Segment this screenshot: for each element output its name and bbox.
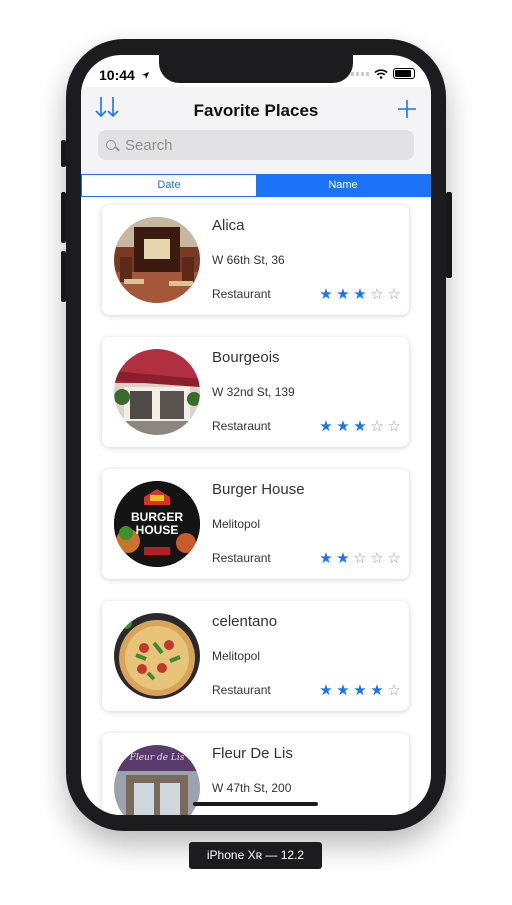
place-card[interactable]: celentano Melitopol Restaurant ★ ★ ★ ★ ☆ xyxy=(102,601,409,711)
star-filled-icon[interactable]: ★ xyxy=(336,551,350,566)
search-icon xyxy=(106,139,117,151)
star-empty-icon[interactable]: ☆ xyxy=(387,683,401,698)
add-place-button[interactable] xyxy=(397,91,417,126)
star-filled-icon[interactable]: ★ xyxy=(370,683,384,698)
star-filled-icon[interactable]: ★ xyxy=(319,683,333,698)
place-type: Restaurant xyxy=(212,287,271,301)
star-filled-icon[interactable]: ★ xyxy=(319,551,333,566)
place-location: W 32nd St, 139 xyxy=(212,385,295,399)
place-type: Restaraunt xyxy=(212,419,271,433)
place-location: Melitopol xyxy=(212,517,261,531)
place-photo xyxy=(114,217,200,303)
place-name: Alica xyxy=(212,217,245,234)
notch xyxy=(159,55,353,83)
screen: 10:44 Favorite Places Search Date Name A… xyxy=(81,55,431,815)
place-photo: Fleur de Lis xyxy=(114,745,200,815)
star-filled-icon[interactable]: ★ xyxy=(353,683,367,698)
star-filled-icon[interactable]: ★ xyxy=(353,287,367,302)
power-button xyxy=(446,192,452,278)
place-photo xyxy=(114,349,200,435)
battery-icon xyxy=(393,68,415,79)
star-filled-icon[interactable]: ★ xyxy=(336,287,350,302)
location-arrow-icon xyxy=(141,71,149,80)
star-empty-icon[interactable]: ☆ xyxy=(370,419,384,434)
home-indicator xyxy=(193,802,318,806)
fleur-de-lis-sign: Fleur de Lis xyxy=(129,753,185,763)
status-time: 10:44 xyxy=(99,67,150,83)
place-type: Restaurant xyxy=(212,683,271,697)
sort-segmented-control: Date Name xyxy=(81,174,431,197)
star-empty-icon[interactable]: ☆ xyxy=(387,419,401,434)
place-name: Fleur De Lis xyxy=(212,745,293,762)
rating-stars[interactable]: ★ ★ ★ ★ ☆ xyxy=(319,683,401,698)
device-label: iPhone Xʀ — 12.2 xyxy=(189,842,322,869)
place-card[interactable]: Bourgeois W 32nd St, 139 Restaraunt ★ ★ ★ ☆… xyxy=(102,337,409,447)
star-filled-icon[interactable]: ★ xyxy=(319,287,333,302)
segment-date[interactable]: Date xyxy=(82,175,256,196)
places-list[interactable]: Alica W 66th St, 36 Restaurant ★★★☆☆ xyxy=(81,197,431,815)
place-photo xyxy=(114,613,200,699)
plus-icon xyxy=(398,100,416,118)
place-location: Melitopol xyxy=(212,649,261,663)
rating-stars[interactable]: ★ ★ ★ ☆ ☆ xyxy=(319,287,401,302)
star-empty-icon[interactable]: ☆ xyxy=(387,551,401,566)
star-empty-icon[interactable]: ☆ xyxy=(387,287,401,302)
burger-house-logo: BURGER HOUSE xyxy=(114,511,200,537)
place-name: Bourgeois xyxy=(212,349,280,366)
star-empty-icon[interactable]: ☆ xyxy=(370,287,384,302)
wifi-icon xyxy=(374,68,388,79)
star-empty-icon[interactable]: ☆ xyxy=(353,551,367,566)
place-location: W 47th St, 200 xyxy=(212,781,292,795)
status-indicators xyxy=(351,68,415,79)
page-title: Favorite Places xyxy=(193,101,319,120)
search-input[interactable]: Search xyxy=(125,137,173,154)
search-bar[interactable]: Search xyxy=(98,130,414,160)
navigation-bar: Favorite Places Search xyxy=(81,87,431,174)
place-name: celentano xyxy=(212,613,278,630)
place-photo: BURGER HOUSE xyxy=(114,481,200,567)
rating-stars[interactable]: ★ ★ ☆ ☆ ☆ xyxy=(319,551,401,566)
star-filled-icon[interactable]: ★ xyxy=(353,419,367,434)
cellular-signal-icon xyxy=(351,71,369,76)
rating-stars[interactable]: ★ ★ ★ ☆ ☆ xyxy=(319,419,401,434)
place-card[interactable]: Alica W 66th St, 36 Restaurant ★ ★ ★ ☆ ☆ xyxy=(102,205,409,315)
place-location: W 66th St, 36 xyxy=(212,253,285,267)
place-type: Restaurant xyxy=(212,551,271,565)
segment-name[interactable]: Name xyxy=(256,175,430,196)
logo-text-line: HOUSE xyxy=(135,523,179,537)
star-filled-icon[interactable]: ★ xyxy=(336,419,350,434)
star-filled-icon[interactable]: ★ xyxy=(336,683,350,698)
star-filled-icon[interactable]: ★ xyxy=(319,419,333,434)
star-empty-icon[interactable]: ☆ xyxy=(370,551,384,566)
place-name: Burger House xyxy=(212,481,305,498)
place-card[interactable]: BURGER HOUSE Burger House Melitopol Rest… xyxy=(102,469,409,579)
status-time-text: 10:44 xyxy=(99,67,135,83)
